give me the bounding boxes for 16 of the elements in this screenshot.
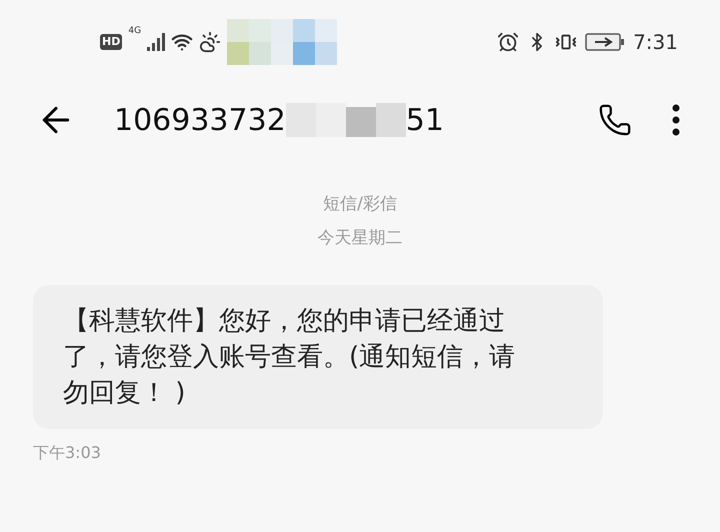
signal-icon — [147, 33, 166, 51]
phone-number-end: 51 — [406, 102, 444, 140]
call-button[interactable] — [598, 103, 632, 137]
phone-number: 106933732 — [114, 102, 286, 140]
hd-icon: HD — [100, 34, 122, 50]
channel-label: 短信/彩信 — [323, 193, 397, 216]
date-label: 今天星期二 — [318, 226, 402, 250]
alarm-icon — [497, 31, 520, 53]
clock: 7:31 — [633, 29, 678, 56]
more-options-button[interactable] — [672, 104, 680, 136]
message-bubble: 【科慧软件】您好，您的申请已经通过了，请您登入账号查看。(通知短信，请勿回复！ ) — [33, 285, 603, 429]
network-type: 4G — [128, 25, 142, 38]
message-time: 下午3:03 — [33, 442, 102, 464]
more-icon — [672, 104, 680, 136]
battery-icon — [585, 32, 626, 52]
weather-icon — [199, 31, 222, 53]
